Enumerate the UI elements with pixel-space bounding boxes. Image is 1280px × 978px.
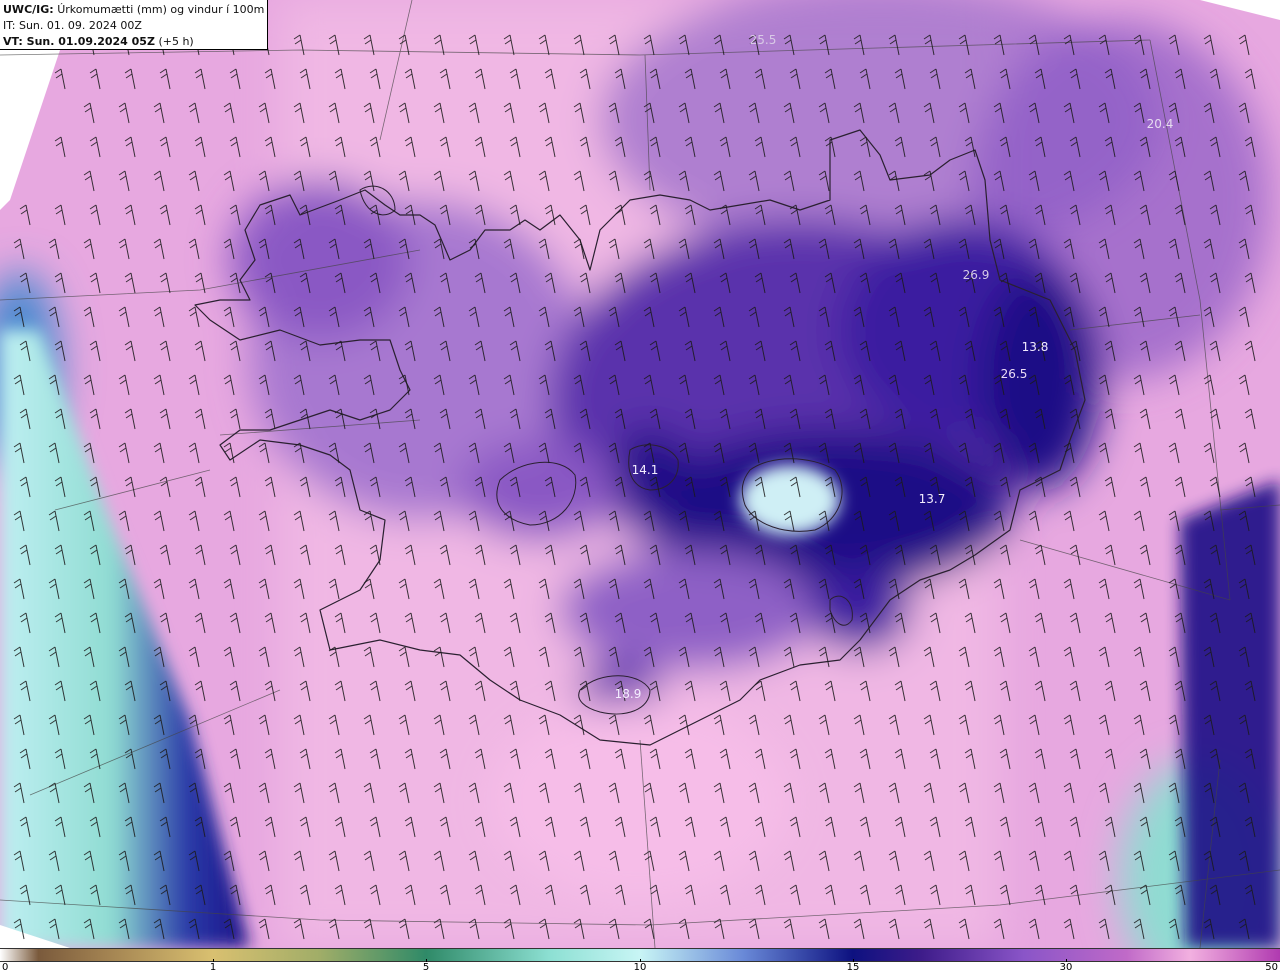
value-label: 26.5	[1001, 367, 1028, 381]
field-title: Úrkomumætti (mm) og vindur í 100m hæð	[57, 3, 267, 16]
map-panel: 25.5 20.4 26.9 13.8 26.5 14.1 13.7 18.9 …	[0, 0, 1280, 948]
lead-time: (+5 h)	[158, 35, 194, 48]
header-info-box: UWC/IG: Úrkomumætti (mm) og vindur í 100…	[0, 0, 268, 50]
precip-band-east	[1180, 480, 1280, 948]
value-label: 25.5	[750, 33, 777, 47]
map-svg: 25.5 20.4 26.9 13.8 26.5 14.1 13.7 18.9	[0, 0, 1280, 948]
value-label: 14.1	[632, 463, 659, 477]
colorbar-tick-label: 0	[2, 962, 9, 973]
valid-time: VT: Sun. 01.09.2024 05Z	[3, 35, 155, 48]
colorbar-tick-label: 10	[633, 962, 647, 973]
value-label: 13.8	[1022, 340, 1049, 354]
value-label: 20.4	[1147, 117, 1174, 131]
value-label: 18.9	[615, 687, 642, 701]
colorbar-tick-label: 5	[422, 962, 430, 973]
value-label: 26.9	[963, 268, 990, 282]
value-label: 13.7	[919, 492, 946, 506]
model-name: UWC/IG:	[3, 3, 54, 16]
colorbar-tick-label: 1	[209, 962, 217, 973]
colorbar-tick-label: 50	[1265, 962, 1278, 973]
valid-time-line: VT: Sun. 01.09.2024 05Z (+5 h)	[3, 34, 267, 49]
colorbar-tick-label: 15	[846, 962, 860, 973]
colorbar-legend: 0 1 5 10 15 30 50	[0, 948, 1280, 978]
title-line: UWC/IG: Úrkomumætti (mm) og vindur í 100…	[3, 2, 267, 18]
colorbar-tick-label: 30	[1059, 962, 1073, 973]
init-time: IT: Sun. 01. 09. 2024 00Z	[3, 19, 142, 32]
